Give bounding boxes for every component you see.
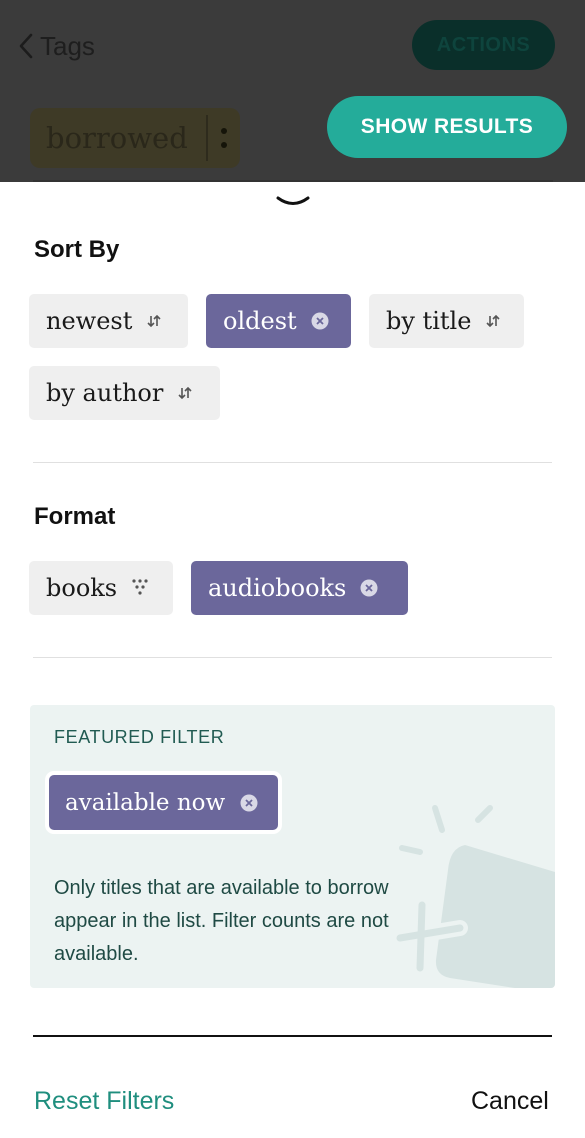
available-now-chip[interactable]: available now — [49, 775, 279, 830]
sort-arrows-icon — [177, 385, 193, 401]
tag-pill: borrowed — [30, 108, 240, 168]
section-divider — [33, 657, 552, 658]
chip-label: audiobooks — [208, 574, 347, 602]
cancel-button[interactable]: Cancel — [471, 1087, 549, 1116]
sort-option-by-author[interactable]: by author — [29, 366, 220, 420]
collapse-chevron-icon[interactable] — [274, 192, 312, 212]
chip-label: oldest — [223, 307, 297, 335]
featured-filter-panel: FEATURED FILTER available now Only title… — [30, 705, 555, 988]
remove-x-icon — [360, 579, 378, 597]
footer-divider — [33, 1035, 552, 1037]
chip-label: books — [46, 574, 118, 602]
chip-label: by author — [46, 379, 164, 407]
chip-label: available now — [65, 789, 226, 816]
sort-option-newest[interactable]: newest — [29, 294, 188, 348]
featured-filter-title: FEATURED FILTER — [54, 727, 225, 747]
tag-name: borrowed — [46, 121, 188, 155]
format-title: Format — [34, 503, 116, 530]
sort-arrows-icon — [146, 313, 162, 329]
sheet-top-edge — [33, 180, 553, 182]
section-divider — [33, 462, 552, 463]
chip-label: by title — [386, 307, 472, 335]
featured-filter-description: Only titles that are available to borrow… — [54, 877, 389, 965]
chevron-left-icon — [19, 33, 33, 59]
filter-funnel-icon — [131, 578, 149, 598]
book-illustration-icon — [392, 805, 555, 988]
chip-label: newest — [46, 307, 133, 335]
show-results-button[interactable]: SHOW RESULTS — [327, 96, 567, 158]
back-button[interactable]: Tags — [18, 30, 95, 62]
reset-filters-button[interactable]: Reset Filters — [34, 1087, 174, 1116]
sort-arrows-icon — [485, 313, 501, 329]
sort-option-by-title[interactable]: by title — [369, 294, 524, 348]
sort-by-title: Sort By — [34, 236, 120, 263]
tag-menu-icon[interactable] — [208, 108, 240, 168]
remove-x-icon — [311, 312, 329, 330]
actions-button[interactable]: ACTIONS — [412, 20, 555, 70]
back-label: Tags — [40, 30, 95, 61]
format-option-books[interactable]: books — [29, 561, 173, 615]
format-option-audiobooks[interactable]: audiobooks — [191, 561, 408, 615]
sort-option-oldest[interactable]: oldest — [206, 294, 351, 348]
remove-x-icon — [240, 794, 258, 812]
